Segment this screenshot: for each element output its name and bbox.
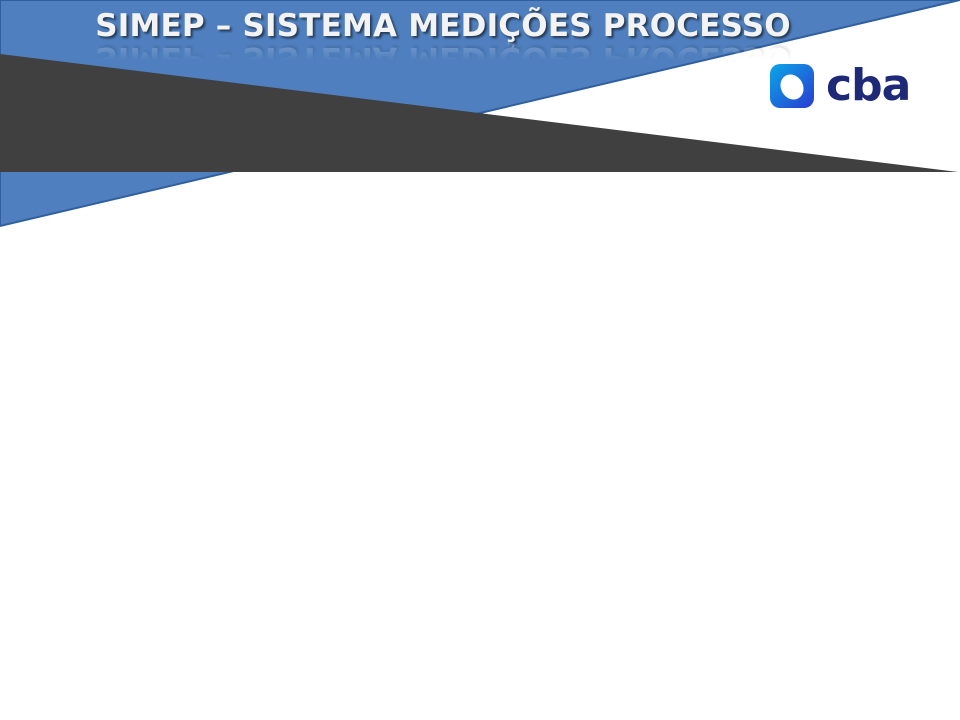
cba-logo-icon — [770, 64, 814, 108]
slide-content-area — [0, 230, 960, 720]
slide: SIMEP – SISTEMA MEDIÇÕES PROCESSO cba — [0, 0, 960, 720]
slide-title: SIMEP – SISTEMA MEDIÇÕES PROCESSO — [95, 8, 791, 44]
company-logo: cba — [766, 58, 934, 114]
title-container: SIMEP – SISTEMA MEDIÇÕES PROCESSO — [0, 4, 886, 48]
logo-text: cba — [826, 60, 911, 111]
